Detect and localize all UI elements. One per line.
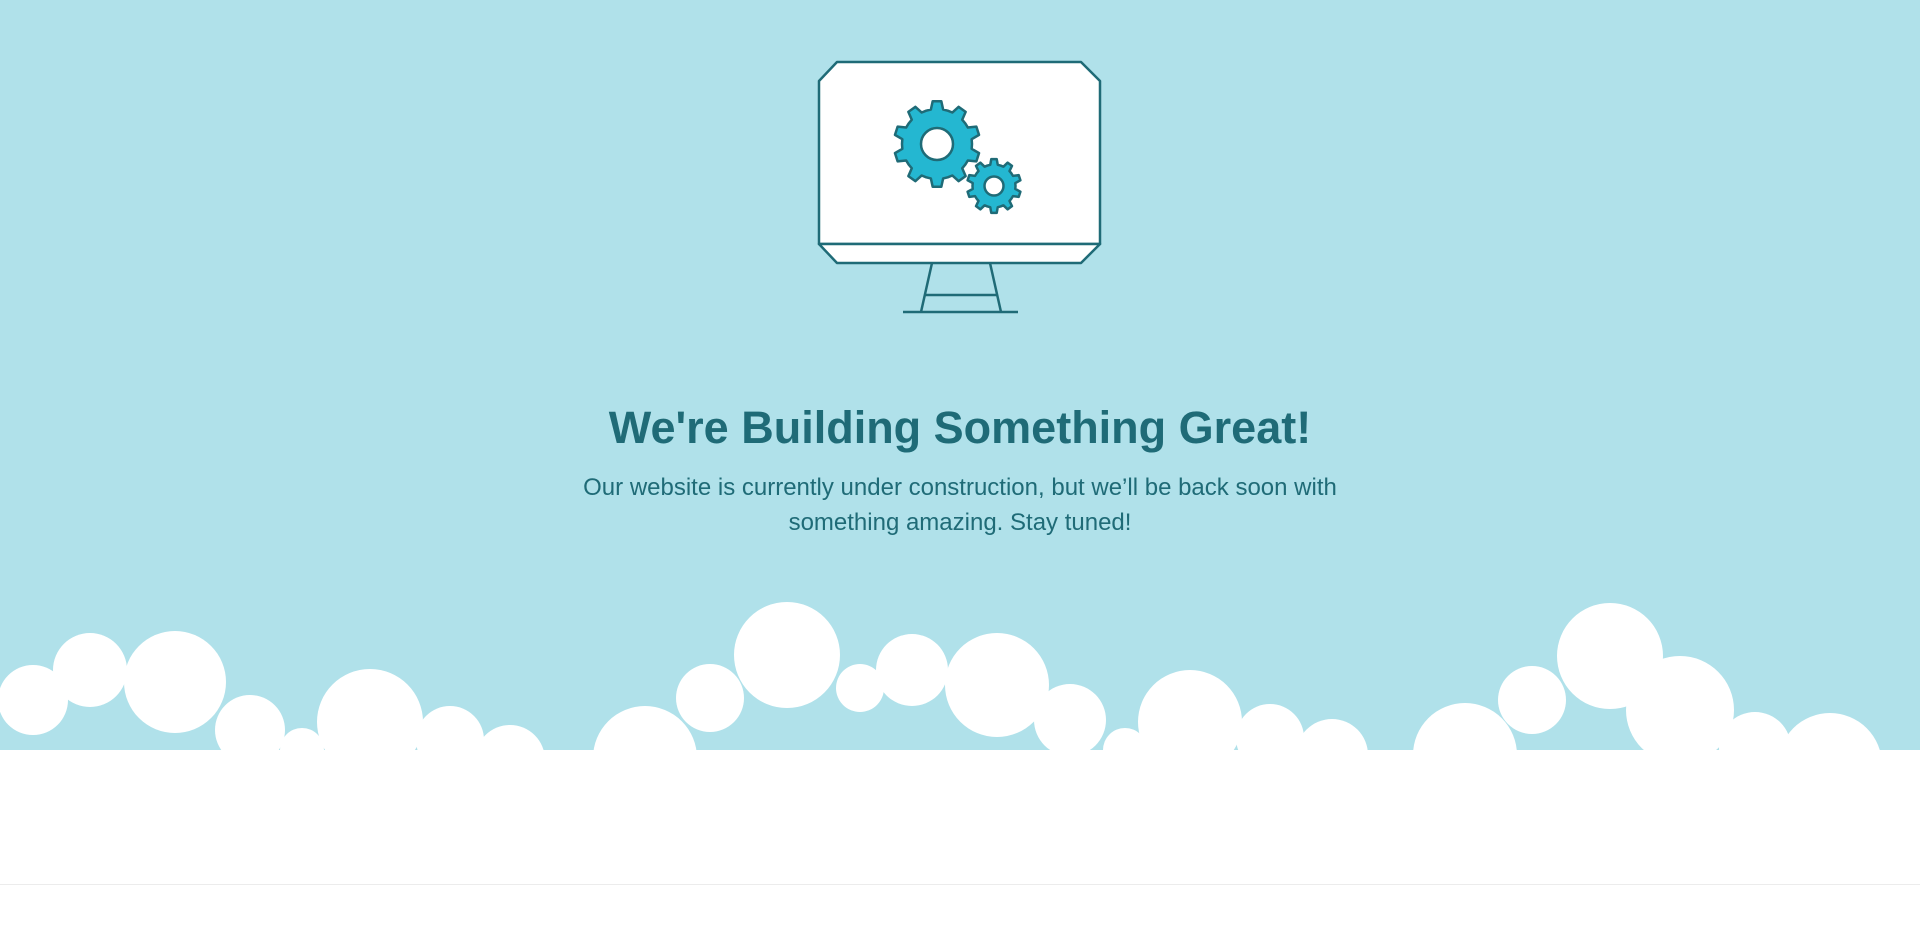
cloud-bank: [0, 602, 1920, 884]
page-title: We're Building Something Great!: [608, 402, 1312, 453]
footer-divider: [0, 884, 1920, 885]
sky-background: We're Building Something Great! Our webs…: [0, 0, 1920, 884]
construction-message: Our website is currently under construct…: [583, 474, 1337, 536]
construction-illustration: [817, 60, 1102, 314]
gear-small-icon: [966, 157, 1022, 215]
clouds-shape: [0, 602, 1920, 884]
monitor-icon: [817, 60, 1102, 314]
